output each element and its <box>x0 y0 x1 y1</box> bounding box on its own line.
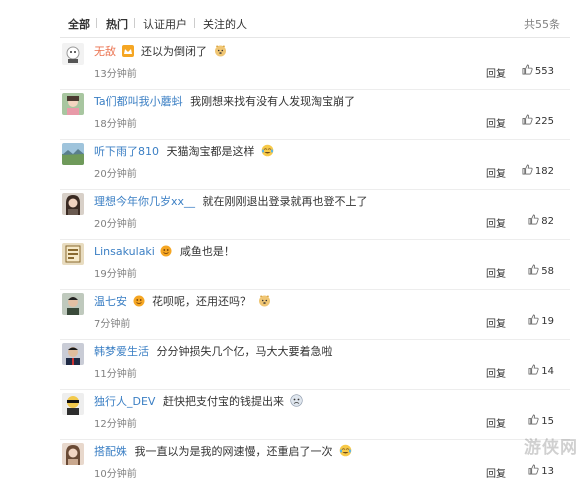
like-count: 15 <box>541 416 554 427</box>
tab-following[interactable]: 关注的人 <box>203 16 247 32</box>
tab-hot[interactable]: 热门 <box>106 16 128 32</box>
like-button[interactable]: 14 <box>528 364 554 377</box>
comment-item: 无敌 还以为倒闭了 13分钟前 回复 553 <box>0 40 584 90</box>
doge-emoji-icon <box>258 295 270 307</box>
laugh-cry-emoji-icon <box>261 144 274 157</box>
vip-badge-icon <box>160 245 172 257</box>
doge-emoji-icon <box>214 45 226 57</box>
like-button[interactable]: 225 <box>522 114 554 127</box>
like-button[interactable]: 553 <box>522 64 554 77</box>
comment-item: 独行人_DEV 赶快把支付宝的钱提出来 12分钟前 回复 15 <box>0 390 584 440</box>
comment-text: 我一直以为是我的网速慢，还重启了一次 <box>134 445 333 458</box>
comment-item: 温七安 花呗呢，还用还吗？ 7分钟前 回复 19 <box>0 290 584 340</box>
comment-filter-tabs: 全部 热门 认证用户 关注的人 共55条 <box>0 10 584 38</box>
timestamp: 13分钟前 <box>94 69 137 80</box>
avatar[interactable] <box>62 43 84 65</box>
like-button[interactable]: 15 <box>528 414 554 427</box>
thumb-up-icon <box>528 264 539 275</box>
reply-button[interactable]: 回复 <box>486 265 506 280</box>
like-count: 82 <box>541 216 554 227</box>
like-count: 58 <box>541 266 554 277</box>
reply-button[interactable]: 回复 <box>486 165 506 180</box>
timestamp: 18分钟前 <box>94 119 137 130</box>
like-count: 14 <box>541 366 554 377</box>
reply-button[interactable]: 回复 <box>486 65 506 80</box>
reply-button[interactable]: 回复 <box>486 115 506 130</box>
tab-divider <box>194 18 195 28</box>
tab-all[interactable]: 全部 <box>68 16 90 32</box>
comment-item: Linsakulaki 咸鱼也是！ 19分钟前 回复 58 <box>0 240 584 290</box>
like-count: 19 <box>541 316 554 327</box>
timestamp: 19分钟前 <box>94 269 137 280</box>
username[interactable]: Linsakulaki <box>94 245 155 258</box>
timestamp: 10分钟前 <box>94 469 137 480</box>
crown-badge-icon <box>121 45 134 57</box>
avatar[interactable] <box>62 243 84 265</box>
reply-button[interactable]: 回复 <box>486 415 506 430</box>
avatar[interactable] <box>62 143 84 165</box>
thumb-up-icon <box>528 414 539 425</box>
tab-verified-users[interactable]: 认证用户 <box>143 16 187 32</box>
comment-text: 还以为倒闭了 <box>141 45 207 58</box>
thumb-up-icon <box>528 314 539 325</box>
reply-button[interactable]: 回复 <box>486 365 506 380</box>
comment-text: 天猫淘宝都是这样 <box>166 145 255 158</box>
username[interactable]: 听下雨了810 <box>94 145 159 158</box>
total-count: 共55条 <box>524 18 560 31</box>
like-button[interactable]: 19 <box>528 314 554 327</box>
comment-item: 韩梦爱生活 分分钟损失几个亿，马大大要着急啦 11分钟前 回复 14 <box>0 340 584 390</box>
timestamp: 7分钟前 <box>94 319 131 330</box>
reply-button[interactable]: 回复 <box>486 315 506 330</box>
username[interactable]: Ta们都叫我小蘑蚪 <box>94 95 183 108</box>
avatar[interactable] <box>62 193 84 215</box>
thumb-up-icon <box>528 214 539 225</box>
comment-item: Ta们都叫我小蘑蚪 我刚想来找有没有人发现淘宝崩了 18分钟前 回复 225 <box>0 90 584 140</box>
thumb-up-icon <box>522 114 533 125</box>
tab-divider <box>96 18 97 28</box>
thumb-up-icon <box>522 64 533 75</box>
timestamp: 12分钟前 <box>94 419 137 430</box>
avatar[interactable] <box>62 293 84 315</box>
comment-item: 搭配姝 我一直以为是我的网速慢，还重启了一次 10分钟前 回复 13 <box>0 440 584 490</box>
timestamp: 20分钟前 <box>94 169 137 180</box>
avatar[interactable] <box>62 443 84 465</box>
reply-button[interactable]: 回复 <box>486 215 506 230</box>
username[interactable]: 独行人_DEV <box>94 395 155 408</box>
site-watermark: 游侠网 <box>524 438 578 458</box>
tab-divider <box>134 18 135 28</box>
thumb-up-icon <box>522 164 533 175</box>
username[interactable]: 无敌 <box>94 45 116 58</box>
reply-button[interactable]: 回复 <box>486 465 506 480</box>
comment-text: 就在刚刚退出登录就再也登不上了 <box>202 195 368 208</box>
comment-text: 赶快把支付宝的钱提出来 <box>162 395 284 408</box>
comment-text: 咸鱼也是！ <box>179 245 235 258</box>
username[interactable]: 韩梦爱生活 <box>94 345 149 358</box>
thumb-up-icon <box>528 364 539 375</box>
avatar[interactable] <box>62 393 84 415</box>
like-count: 182 <box>534 166 554 177</box>
comment-item: 听下雨了810 天猫淘宝都是这样 20分钟前 回复 182 <box>0 140 584 190</box>
like-count: 553 <box>534 66 554 77</box>
sad-emoji-icon <box>290 394 304 407</box>
timestamp: 20分钟前 <box>94 219 137 230</box>
avatar[interactable] <box>62 93 84 115</box>
like-count: 225 <box>534 116 554 127</box>
divider <box>60 37 570 38</box>
laugh-cry-emoji-icon <box>339 444 352 457</box>
comment-text: 分分钟损失几个亿，马大大要着急啦 <box>156 345 333 358</box>
username[interactable]: 搭配姝 <box>94 445 127 458</box>
vip-badge-icon <box>133 295 144 307</box>
avatar[interactable] <box>62 343 84 365</box>
username[interactable]: 温七安 <box>94 295 127 308</box>
timestamp: 11分钟前 <box>94 369 137 380</box>
like-button[interactable]: 82 <box>528 214 554 227</box>
like-button[interactable]: 182 <box>522 164 554 177</box>
comment-text: 花呗呢，还用还吗？ <box>152 295 251 308</box>
comment-item: 理想今年你几岁xx__ 就在刚刚退出登录就再也登不上了 20分钟前 回复 82 <box>0 190 584 240</box>
comment-text: 我刚想来找有没有人发现淘宝崩了 <box>190 95 356 108</box>
like-button[interactable]: 58 <box>528 264 554 277</box>
username[interactable]: 理想今年你几岁xx__ <box>94 195 195 208</box>
